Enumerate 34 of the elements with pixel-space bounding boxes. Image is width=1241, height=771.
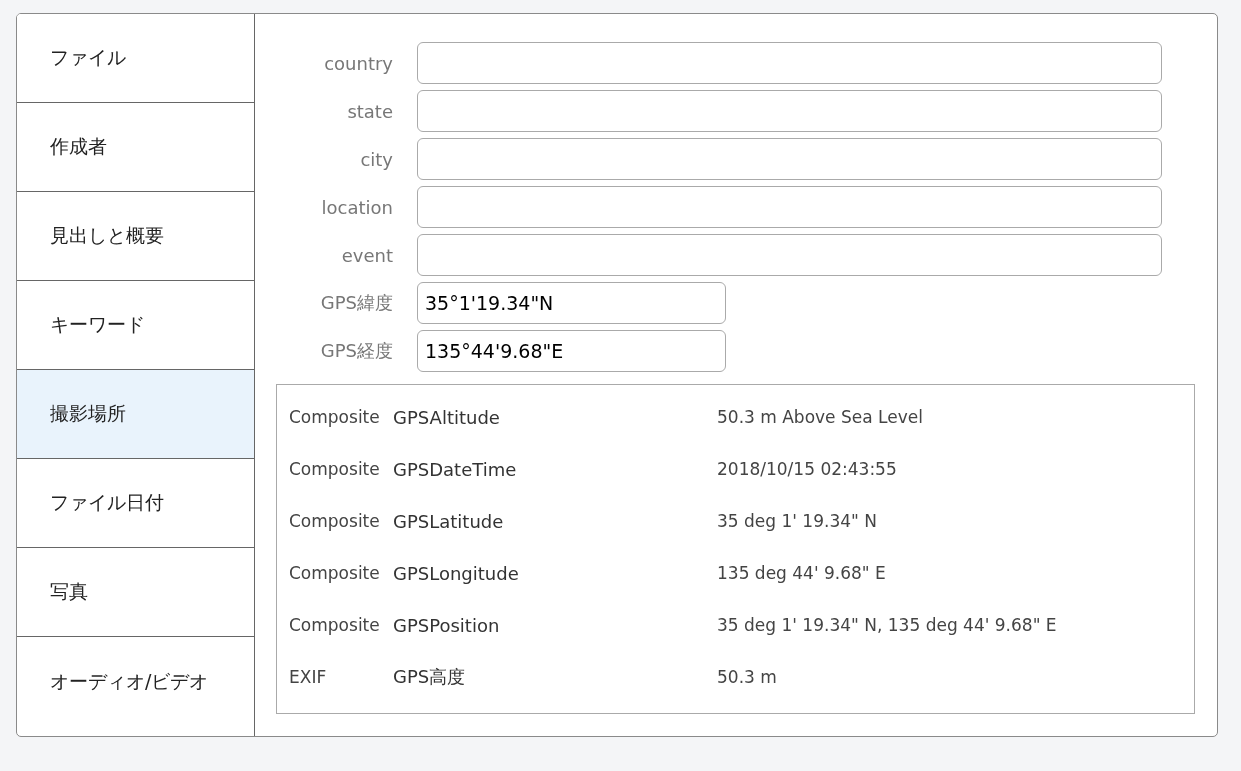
table-cell-text: GPSLatitude bbox=[393, 510, 505, 532]
table-cell-text: GPSLongitude bbox=[393, 562, 520, 584]
table-cell-text: Composite bbox=[289, 459, 381, 479]
field-label: state bbox=[346, 100, 394, 122]
field-label: event bbox=[340, 244, 394, 266]
table-cell: 50.3 m bbox=[717, 667, 777, 687]
table-cell-text: EXIF bbox=[289, 667, 328, 687]
input-field[interactable] bbox=[417, 138, 1162, 180]
input-field[interactable] bbox=[417, 42, 1162, 84]
input-field[interactable] bbox=[417, 234, 1162, 276]
table-cell: 135 deg 44' 9.68" E bbox=[717, 563, 886, 583]
field-label: country bbox=[323, 52, 394, 74]
sidebar-item[interactable]: ファイル bbox=[17, 14, 254, 103]
input-field[interactable] bbox=[417, 90, 1162, 132]
table-cell-text: Composite bbox=[289, 615, 381, 635]
field-label: city bbox=[359, 148, 394, 170]
table-cell: 35 deg 1' 19.34" N bbox=[717, 511, 877, 531]
sidebar-item[interactable]: 撮影場所 bbox=[17, 370, 254, 459]
input-field[interactable]: 35°1'19.34"N bbox=[417, 282, 726, 324]
table-cell-text: Composite bbox=[289, 407, 381, 427]
table-cell-text: GPSDateTime bbox=[393, 458, 518, 480]
field-label: location bbox=[320, 196, 394, 218]
field-label: GPS緯度 bbox=[319, 291, 394, 315]
table-cell-text: GPSPosition bbox=[393, 614, 501, 636]
table-cell-text: Composite bbox=[289, 511, 381, 531]
table-cell-text: GPS高度 bbox=[393, 665, 467, 689]
table-cell-text: Composite bbox=[289, 563, 381, 583]
field-label: GPS経度 bbox=[319, 339, 394, 363]
table-cell: 50.3 m Above Sea Level bbox=[717, 407, 923, 427]
table-cell-text: GPSAltitude bbox=[393, 406, 501, 428]
input-field[interactable] bbox=[417, 186, 1162, 228]
table-cell: 2018/10/15 02:43:55 bbox=[717, 459, 897, 479]
table-cell: 35 deg 1' 19.34" N, 135 deg 44' 9.68" E bbox=[717, 615, 1057, 635]
input-field[interactable]: 135°44'9.68"E bbox=[417, 330, 726, 372]
